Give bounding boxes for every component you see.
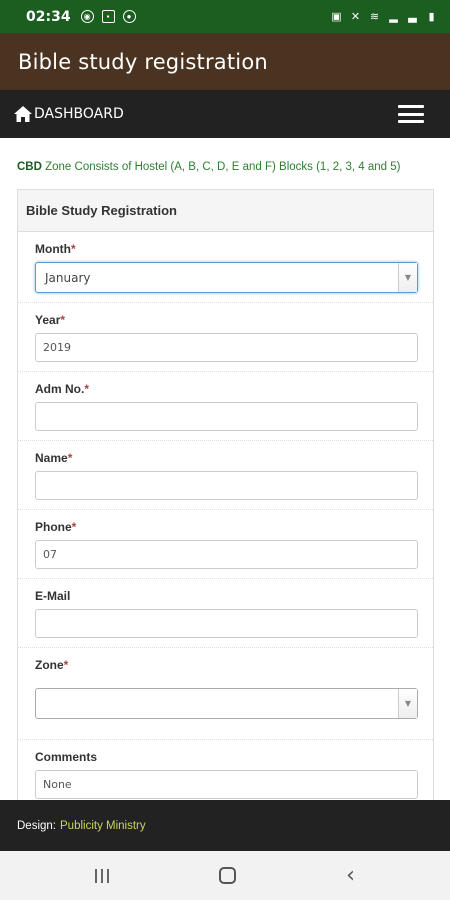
recents-icon[interactable]	[95, 868, 110, 883]
system-status-icons: ▣ ✕ ≋ ▂ ▃ ▮	[330, 10, 438, 23]
email-group: E-Mail	[18, 579, 433, 648]
gallery-notification-icon: ▪	[101, 10, 115, 23]
zone-select[interactable]: ▼	[35, 688, 418, 719]
phone-group: Phone* 07	[18, 510, 433, 579]
publicity-ministry-link[interactable]: Publicity Ministry	[60, 820, 146, 832]
adm-no-group: Adm No.*	[18, 372, 433, 441]
home-button-icon[interactable]	[219, 867, 237, 884]
signal-icon: ▂	[389, 11, 398, 23]
name-input[interactable]	[35, 471, 418, 500]
footer-prefix: Design:	[17, 819, 56, 832]
email-label: E-Mail	[35, 589, 71, 603]
status-bar: 02:34 ◉ ▪ ● ▣ ✕ ≋ ▂ ▃ ▮	[0, 0, 450, 33]
dashboard-link[interactable]: DASHBOARD	[14, 106, 124, 122]
chevron-down-icon: ▼	[398, 263, 417, 292]
month-label: Month*	[35, 242, 76, 256]
zone-notice-text: Zone Consists of Hostel (A, B, C, D, E a…	[41, 161, 401, 173]
notification-icons: ◉ ▪ ●	[80, 10, 136, 23]
notification-icon: ◉	[80, 10, 94, 23]
zone-group: Zone* ▼	[18, 648, 433, 740]
registration-form: Month* January ▼ Year* 2019 Adm No.* Nam…	[18, 232, 433, 808]
phone-input[interactable]: 07	[35, 540, 418, 569]
name-label: Name*	[35, 451, 73, 465]
status-time: 02:34	[26, 8, 71, 25]
wifi-icon: ≋	[369, 11, 380, 23]
footer: Design: Publicity Ministry	[0, 800, 450, 851]
app-bar: Bible study registration	[0, 33, 450, 90]
hamburger-menu-icon[interactable]	[398, 105, 424, 123]
year-label: Year*	[35, 313, 66, 327]
registration-panel: Bible Study Registration Month* January …	[17, 189, 434, 809]
dashboard-label: DASHBOARD	[34, 106, 124, 122]
month-group: Month* January ▼	[18, 232, 433, 303]
vibrate-icon: ▣	[331, 11, 342, 23]
zone-label: Zone*	[35, 658, 69, 672]
app-title: Bible study registration	[18, 49, 268, 74]
record-notification-icon: ●	[122, 10, 136, 23]
zone-notice: CBD Zone Consists of Hostel (A, B, C, D,…	[17, 161, 437, 173]
comments-textarea[interactable]: None	[35, 770, 418, 799]
back-icon[interactable]: ‹	[346, 863, 355, 888]
email-field[interactable]	[35, 609, 418, 638]
chevron-down-icon: ▼	[398, 689, 417, 718]
nav-bar: DASHBOARD	[0, 90, 450, 138]
month-selected-value: January	[45, 270, 91, 285]
month-select[interactable]: January ▼	[35, 262, 418, 293]
comments-label: Comments	[35, 750, 98, 764]
panel-heading: Bible Study Registration	[18, 190, 433, 232]
battery-icon: ▮	[428, 11, 435, 23]
mute-icon: ✕	[350, 11, 361, 23]
adm-no-label: Adm No.*	[35, 382, 90, 396]
home-icon	[14, 106, 32, 122]
android-nav-bar: ‹	[0, 851, 450, 900]
adm-no-input[interactable]	[35, 402, 418, 431]
name-group: Name*	[18, 441, 433, 510]
signal-2-icon: ▃	[408, 11, 417, 23]
year-input[interactable]: 2019	[35, 333, 418, 362]
phone-label: Phone*	[35, 520, 77, 534]
year-group: Year* 2019	[18, 303, 433, 372]
zone-notice-prefix: CBD	[17, 161, 42, 173]
comments-group: Comments None	[18, 740, 433, 808]
